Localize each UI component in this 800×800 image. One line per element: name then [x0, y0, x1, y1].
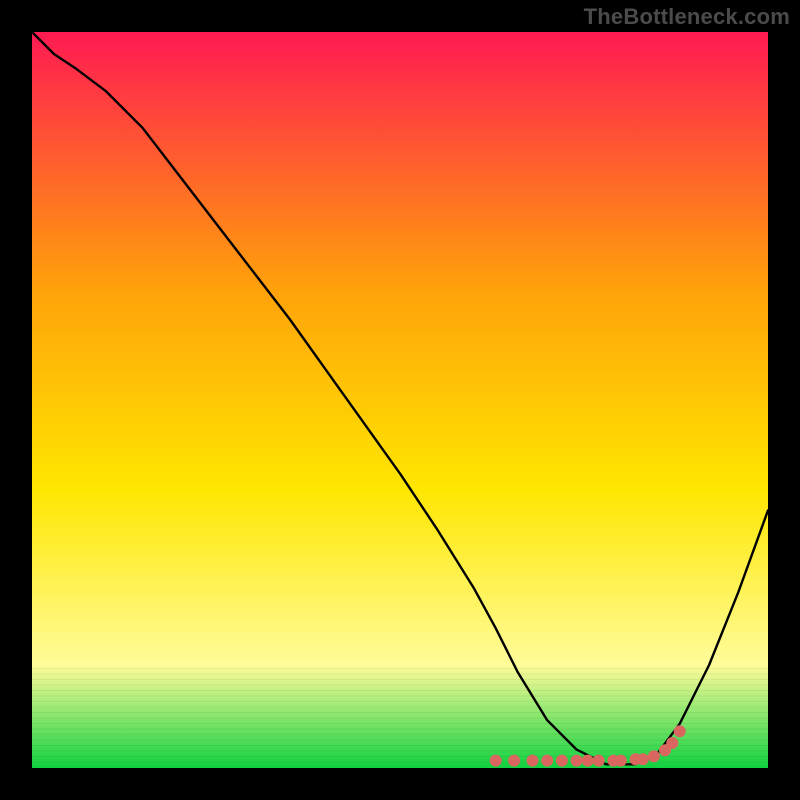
optimal-dot: [541, 755, 553, 767]
optimal-dot: [674, 725, 686, 737]
optimal-dot: [527, 755, 539, 767]
optimal-dot: [615, 755, 627, 767]
bottleneck-chart: [0, 0, 800, 800]
optimal-dot: [648, 750, 660, 762]
optimal-dot: [593, 755, 605, 767]
optimal-dot: [508, 755, 520, 767]
optimal-dot: [582, 755, 594, 767]
optimal-dot: [666, 737, 678, 749]
watermark-text: TheBottleneck.com: [584, 4, 790, 30]
optimal-dot: [490, 755, 502, 767]
optimal-dot: [571, 755, 583, 767]
optimal-dot: [637, 753, 649, 765]
gradient-background: [32, 32, 768, 768]
chart-container: TheBottleneck.com: [0, 0, 800, 800]
optimal-dot: [556, 755, 568, 767]
